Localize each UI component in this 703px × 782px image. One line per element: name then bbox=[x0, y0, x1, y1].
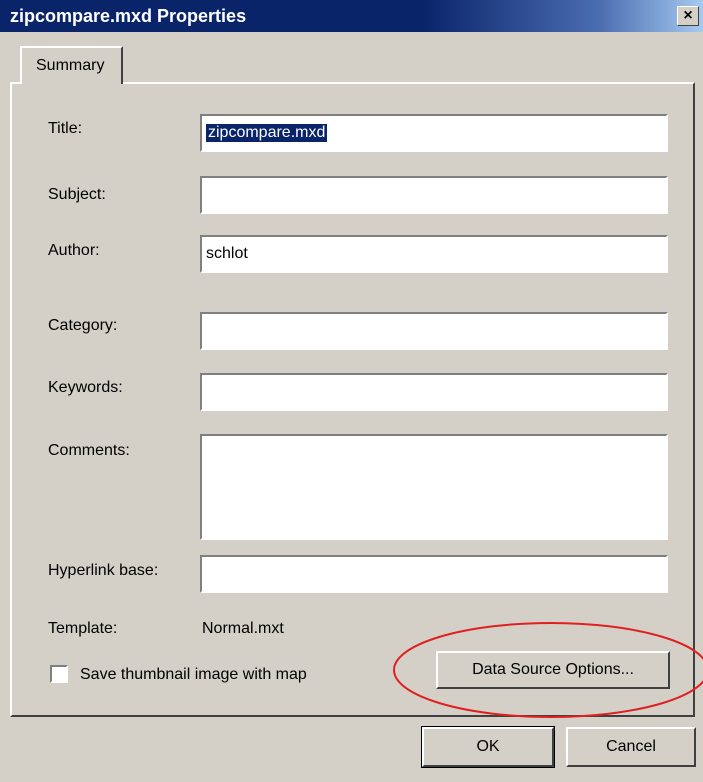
cancel-label: Cancel bbox=[606, 738, 656, 755]
title-bar[interactable]: zipcompare.mxd Properties × bbox=[0, 0, 703, 32]
close-button[interactable]: × bbox=[677, 6, 699, 26]
dialog-title: zipcompare.mxd Properties bbox=[10, 6, 247, 26]
tab-summary-label: Summary bbox=[36, 57, 105, 74]
close-icon: × bbox=[683, 7, 693, 24]
ok-button[interactable]: OK bbox=[421, 726, 555, 768]
ok-label: OK bbox=[476, 738, 500, 755]
cancel-button[interactable]: Cancel bbox=[566, 727, 696, 767]
properties-dialog: zipcompare.mxd Properties × Summary Titl… bbox=[0, 0, 703, 782]
tab-summary[interactable]: Summary bbox=[20, 46, 123, 84]
summary-panel bbox=[10, 82, 695, 717]
